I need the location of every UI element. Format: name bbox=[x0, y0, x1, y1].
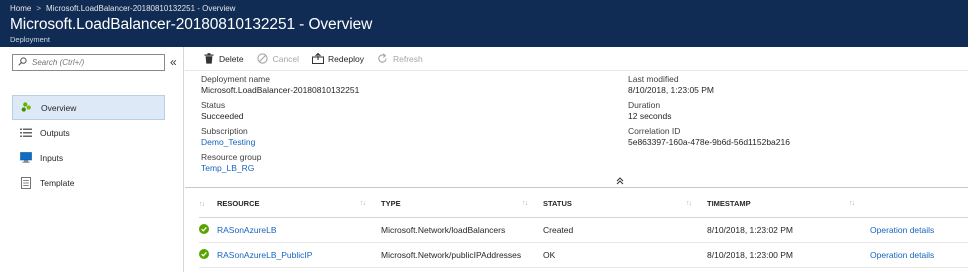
status-cell: Created bbox=[543, 217, 707, 243]
cancel-icon bbox=[257, 53, 269, 65]
sidebar-item-label: Outputs bbox=[40, 127, 70, 138]
subscription-link[interactable]: Demo_Testing bbox=[201, 137, 255, 148]
main-content: Delete Cancel Redeploy Refresh Deploymen… bbox=[185, 47, 968, 272]
type-cell: Microsoft.Network/publicIPAddresses bbox=[381, 242, 543, 268]
column-header-timestamp[interactable]: TIMESTAMP ↑↓ bbox=[707, 191, 870, 218]
column-header-actions bbox=[870, 191, 968, 218]
resource-group-link[interactable]: Temp_LB_RG bbox=[201, 163, 261, 174]
page-title: Microsoft.LoadBalancer-20180810132251 - … bbox=[10, 16, 373, 33]
column-header-status[interactable]: STATUS ↑↓ bbox=[543, 191, 707, 218]
subscription-field: Subscription Demo_Testing bbox=[201, 126, 256, 148]
sidebar-item-template[interactable]: Template bbox=[12, 170, 165, 195]
type-cell: Microsoft.Network/loadBalancers bbox=[381, 217, 543, 243]
chevron-right-icon: > bbox=[36, 4, 42, 13]
correlation-id-value: 5e863397-160a-478e-9b6d-56d1152ba216 bbox=[628, 137, 790, 147]
success-check-icon bbox=[199, 223, 209, 234]
delete-button[interactable]: Delete bbox=[203, 53, 244, 65]
timestamp-cell: 8/10/2018, 1:23:02 PM bbox=[707, 217, 870, 243]
status-field: Status Succeeded bbox=[201, 100, 244, 121]
last-modified-field: Last modified 8/10/2018, 1:23:05 PM bbox=[628, 74, 715, 95]
essentials-panel: Deployment name Microsoft.LoadBalancer-2… bbox=[185, 74, 968, 184]
refresh-button[interactable]: Refresh bbox=[377, 53, 423, 65]
operation-details-link[interactable]: Operation details bbox=[870, 250, 934, 260]
sort-icon: ↑↓ bbox=[199, 201, 205, 209]
column-header-select: ↑↓ bbox=[199, 191, 217, 218]
sidebar-nav: Overview Outputs Inputs Template bbox=[12, 95, 165, 195]
inputs-icon bbox=[20, 152, 32, 164]
table-header-row: ↑↓ RESOURCE ↑↓ TYPE ↑↓ STATUS ↑↓ TIMESTAMP ↑… bbox=[199, 191, 968, 218]
status-cell: OK bbox=[543, 242, 707, 268]
column-header-type[interactable]: TYPE ↑↓ bbox=[381, 191, 543, 218]
timestamp-cell: 8/10/2018, 1:23:00 PM bbox=[707, 242, 870, 268]
status-value: Succeeded bbox=[201, 111, 244, 121]
sidebar-item-overview[interactable]: Overview bbox=[12, 95, 165, 120]
sort-icon: ↑↓ bbox=[849, 200, 855, 208]
template-icon bbox=[20, 176, 32, 189]
breadcrumb: Home > Microsoft.LoadBalancer-2018081013… bbox=[10, 4, 235, 13]
search-box[interactable] bbox=[12, 54, 165, 71]
table-row: RASonAzureLB Microsoft.Network/loadBalan… bbox=[199, 217, 968, 243]
breadcrumb-current[interactable]: Microsoft.LoadBalancer-20180810132251 - … bbox=[46, 4, 235, 13]
resource-link[interactable]: RASonAzureLB_PublicIP bbox=[217, 250, 312, 260]
search-input[interactable] bbox=[32, 58, 152, 67]
resources-table: ↑↓ RESOURCE ↑↓ TYPE ↑↓ STATUS ↑↓ TIMESTAMP ↑… bbox=[199, 191, 968, 268]
blade-header: Home > Microsoft.LoadBalancer-2018081013… bbox=[0, 0, 968, 47]
resource-link[interactable]: RASonAzureLB bbox=[217, 225, 277, 235]
sidebar-item-inputs[interactable]: Inputs bbox=[12, 145, 165, 170]
trash-icon bbox=[203, 53, 215, 65]
refresh-icon bbox=[377, 53, 389, 65]
operation-details-link[interactable]: Operation details bbox=[870, 225, 934, 235]
breadcrumb-home[interactable]: Home bbox=[10, 4, 31, 13]
duration-field: Duration 12 seconds bbox=[628, 100, 672, 121]
duration-value: 12 seconds bbox=[628, 111, 672, 121]
sidebar-item-label: Inputs bbox=[40, 152, 64, 163]
sidebar: « Overview Outputs Inputs Template bbox=[0, 47, 184, 272]
essentials-divider bbox=[185, 187, 968, 188]
redeploy-icon bbox=[312, 53, 325, 65]
sidebar-item-outputs[interactable]: Outputs bbox=[12, 120, 165, 145]
column-header-resource[interactable]: RESOURCE ↑↓ bbox=[217, 191, 381, 218]
sidebar-item-label: Overview bbox=[41, 102, 77, 113]
collapse-essentials-icon[interactable] bbox=[616, 177, 624, 187]
search-icon bbox=[18, 57, 27, 68]
overview-icon bbox=[21, 102, 33, 114]
sort-icon: ↑↓ bbox=[360, 200, 366, 208]
resource-group-field: Resource group Temp_LB_RG bbox=[201, 152, 262, 174]
collapse-sidebar-button[interactable]: « bbox=[170, 55, 177, 69]
command-bar: Delete Cancel Redeploy Refresh bbox=[185, 47, 968, 71]
success-check-icon bbox=[199, 248, 209, 259]
sidebar-item-label: Template bbox=[40, 177, 75, 188]
outputs-icon bbox=[20, 127, 32, 139]
deployment-name-field: Deployment name Microsoft.LoadBalancer-2… bbox=[201, 74, 360, 95]
correlation-id-field: Correlation ID 5e863397-160a-478e-9b6d-5… bbox=[628, 126, 790, 147]
table-row: RASonAzureLB_PublicIP Microsoft.Network/… bbox=[199, 242, 968, 268]
cancel-button[interactable]: Cancel bbox=[257, 53, 299, 65]
sort-icon: ↑↓ bbox=[686, 200, 692, 208]
sort-icon: ↑↓ bbox=[522, 200, 528, 208]
redeploy-button[interactable]: Redeploy bbox=[312, 53, 364, 65]
deployment-name-value: Microsoft.LoadBalancer-20180810132251 bbox=[201, 85, 360, 95]
last-modified-value: 8/10/2018, 1:23:05 PM bbox=[628, 85, 715, 95]
page-subtitle: Deployment bbox=[10, 35, 51, 44]
